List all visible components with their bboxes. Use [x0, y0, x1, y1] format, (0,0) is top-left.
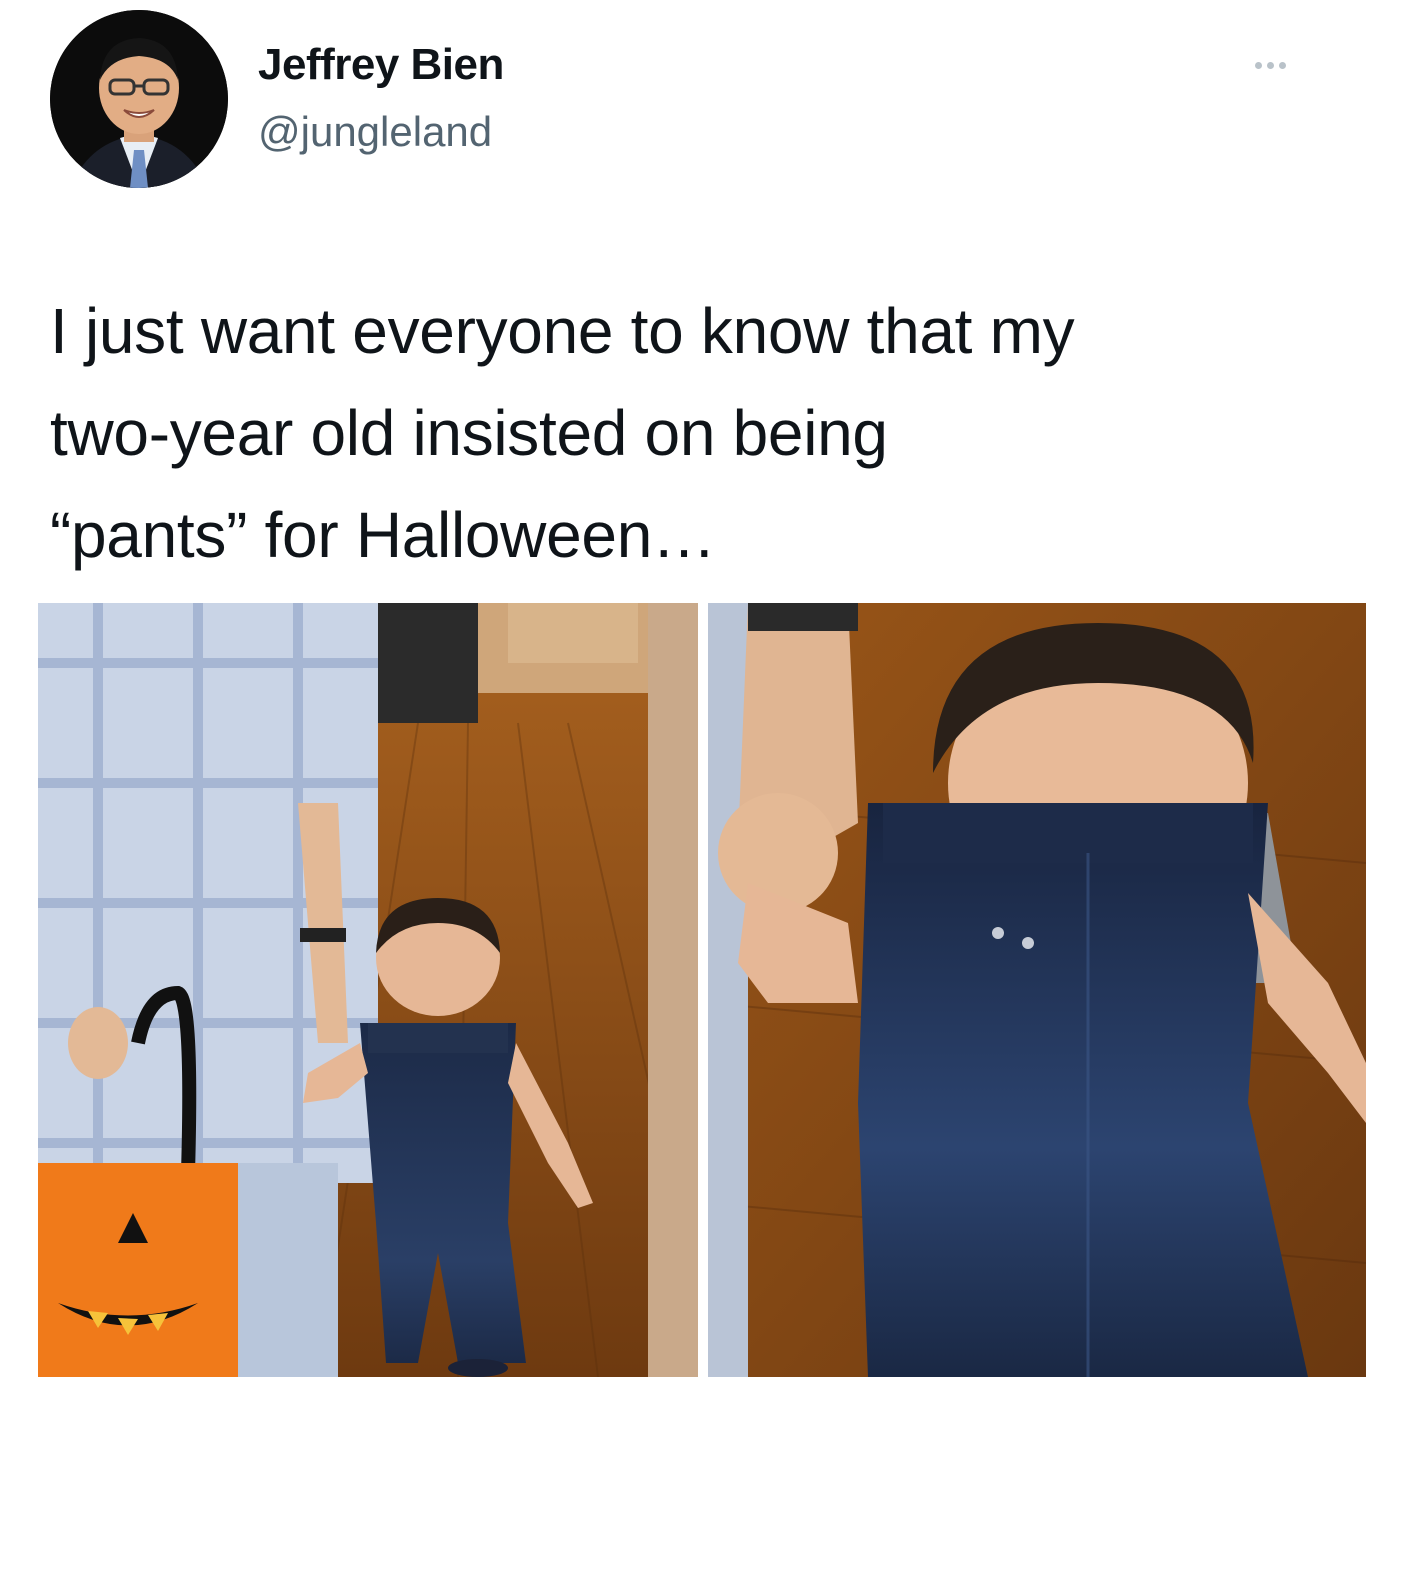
tweet-card: Jeffrey Bien @jungleland I just want eve… — [0, 0, 1423, 1587]
toddler-closeup-photo — [708, 603, 1366, 1377]
more-dot — [1266, 61, 1274, 69]
more-dot — [1278, 61, 1286, 69]
avatar-photo-icon — [50, 10, 228, 188]
author-display-name[interactable]: Jeffrey Bien — [258, 40, 504, 90]
media-photo-right[interactable] — [708, 603, 1366, 1377]
tweet-text-line: two-year old insisted on being — [50, 397, 888, 469]
author-handle[interactable]: @jungleland — [258, 108, 492, 156]
tweet-text-line: “pants” for Halloween… — [50, 499, 716, 571]
toddler-walking-photo — [38, 603, 698, 1377]
more-horizontal-icon — [1254, 61, 1262, 69]
author-avatar[interactable] — [50, 10, 228, 188]
more-options-button[interactable] — [1240, 50, 1300, 80]
tweet-text-line: I just want everyone to know that my — [50, 295, 1075, 367]
media-photo-left[interactable] — [38, 603, 698, 1377]
tweet-media-grid — [38, 603, 1366, 1377]
tweet-text: I just want everyone to know that my two… — [50, 280, 1350, 586]
